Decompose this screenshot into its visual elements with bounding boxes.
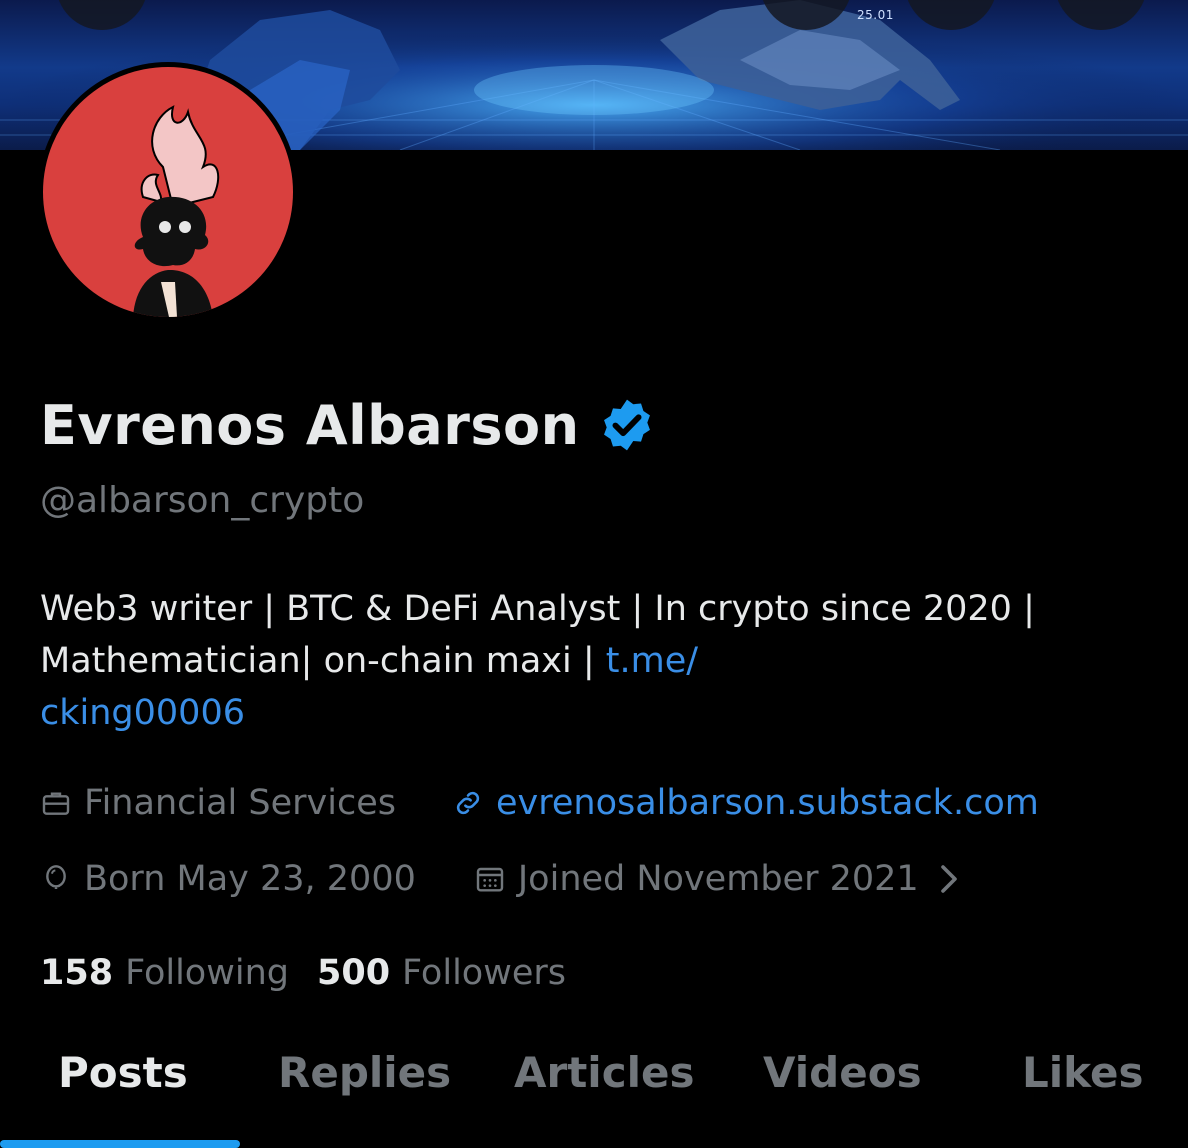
website-item[interactable]: evrenosalbarson.substack.com [452,783,1039,823]
link-icon [452,787,484,819]
avatar[interactable] [38,62,298,322]
website-link[interactable]: evrenosalbarson.substack.com [496,783,1039,823]
balloon-icon [40,863,72,895]
following-count: 158 [40,953,114,993]
avatar-image [43,67,293,317]
meta-row-category-website: Financial Services evrenosalbarson.subst… [40,778,1039,828]
tab-articles[interactable]: Articles [514,1048,694,1097]
active-tab-indicator [0,1140,240,1148]
followers-label: Followers [402,953,566,993]
joined-item[interactable]: Joined November 2021 [474,859,961,899]
category-item: Financial Services [40,783,396,823]
birthday-item: Born May 23, 2000 [40,859,416,899]
joined-label: Joined November 2021 [517,859,919,899]
handle: @albarson_crypto [40,480,365,521]
display-name: Evrenos Albarson [40,393,580,457]
profile-tabs: Posts Replies Articles Videos Likes [0,1040,1188,1148]
banner-date-label: 25.01 [857,8,894,22]
following-label: Following [125,953,289,993]
follow-stats: 158 Following 500 Followers [40,948,566,998]
tab-videos[interactable]: Videos [763,1048,922,1097]
tab-replies[interactable]: Replies [278,1048,451,1097]
followers-count: 500 [316,953,391,993]
bio: Web3 writer | BTC & DeFi Analyst | In cr… [40,583,1140,739]
tab-likes[interactable]: Likes [1022,1048,1143,1097]
bio-link-part2[interactable]: cking00006 [40,693,245,733]
calendar-icon [474,863,506,895]
verified-badge-icon[interactable] [598,396,656,454]
chevron-right-icon[interactable] [937,863,961,895]
bio-text: Web3 writer | BTC & DeFi Analyst | In cr… [40,589,1035,681]
category-label: Financial Services [84,783,396,823]
bio-link-part1[interactable]: t.me/ [606,641,698,681]
briefcase-icon [40,787,72,819]
meta-row-birthday-joined: Born May 23, 2000 Joined November 2021 [40,854,961,904]
followers-stat[interactable]: 500 Followers [317,953,566,993]
following-stat[interactable]: 158 Following [40,953,289,993]
name-row: Evrenos Albarson [40,390,656,460]
tab-posts[interactable]: Posts [58,1048,188,1097]
birthday-label: Born May 23, 2000 [84,859,416,899]
